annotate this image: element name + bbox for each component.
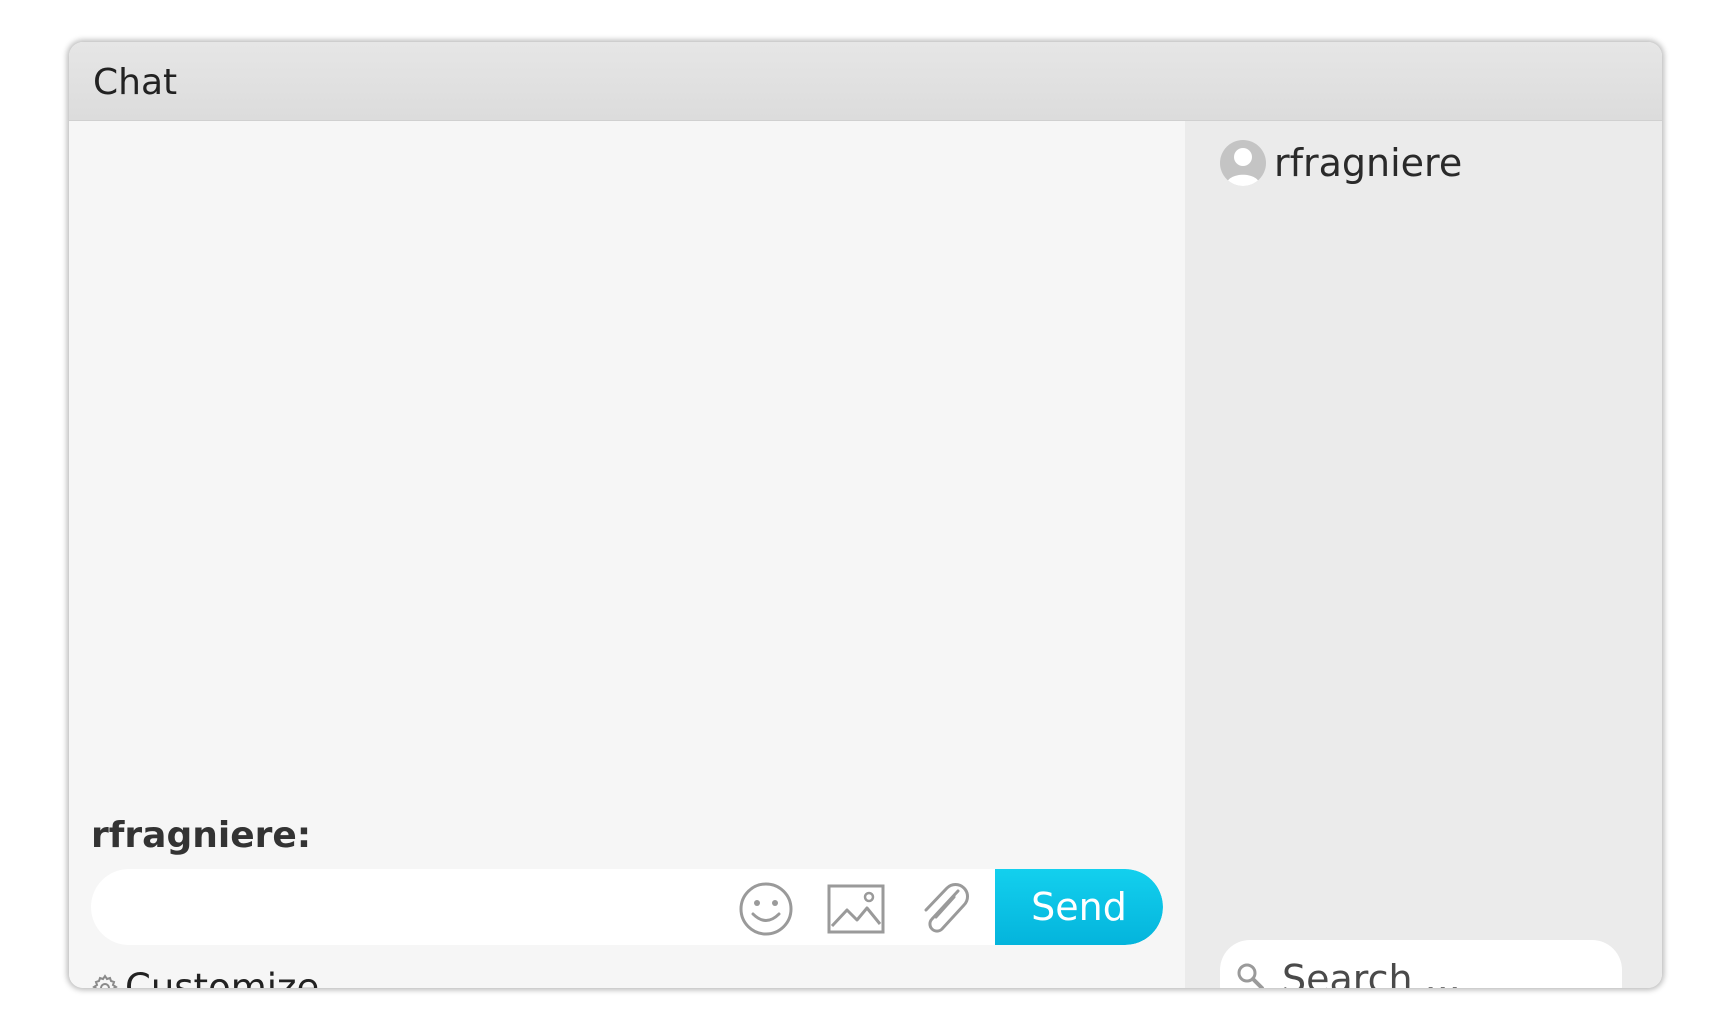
image-icon xyxy=(827,884,885,934)
composer-author-label: rfragniere: xyxy=(91,815,311,856)
smiley-icon xyxy=(739,882,793,936)
message-composer: Send xyxy=(91,869,1163,945)
search-input[interactable] xyxy=(1280,940,1614,988)
emoji-button[interactable] xyxy=(736,879,796,939)
message-input[interactable] xyxy=(115,869,719,945)
user-list-item[interactable]: rfragniere xyxy=(1220,139,1462,187)
chat-window: Chat rfragniere: Send Customize rfragnie… xyxy=(69,42,1662,988)
author-name: rfragniere xyxy=(91,815,297,856)
window-title: Chat xyxy=(93,62,178,103)
customize-button[interactable]: Customize xyxy=(91,966,319,988)
paperclip-icon xyxy=(924,883,969,933)
title-bar: Chat xyxy=(69,42,1662,121)
user-avatar-icon xyxy=(1220,140,1266,186)
customize-label: Customize xyxy=(125,966,320,988)
user-name: rfragniere xyxy=(1274,141,1463,185)
author-suffix: : xyxy=(296,815,312,856)
chat-main-panel: rfragniere: Send Customize xyxy=(69,121,1185,988)
gear-icon xyxy=(92,973,118,988)
user-search-box xyxy=(1220,940,1622,988)
image-button[interactable] xyxy=(826,879,886,939)
magnifier-icon xyxy=(1237,963,1264,988)
send-button[interactable]: Send xyxy=(995,869,1163,945)
attach-button[interactable] xyxy=(916,879,976,939)
user-list-sidebar: rfragniere xyxy=(1185,121,1662,988)
